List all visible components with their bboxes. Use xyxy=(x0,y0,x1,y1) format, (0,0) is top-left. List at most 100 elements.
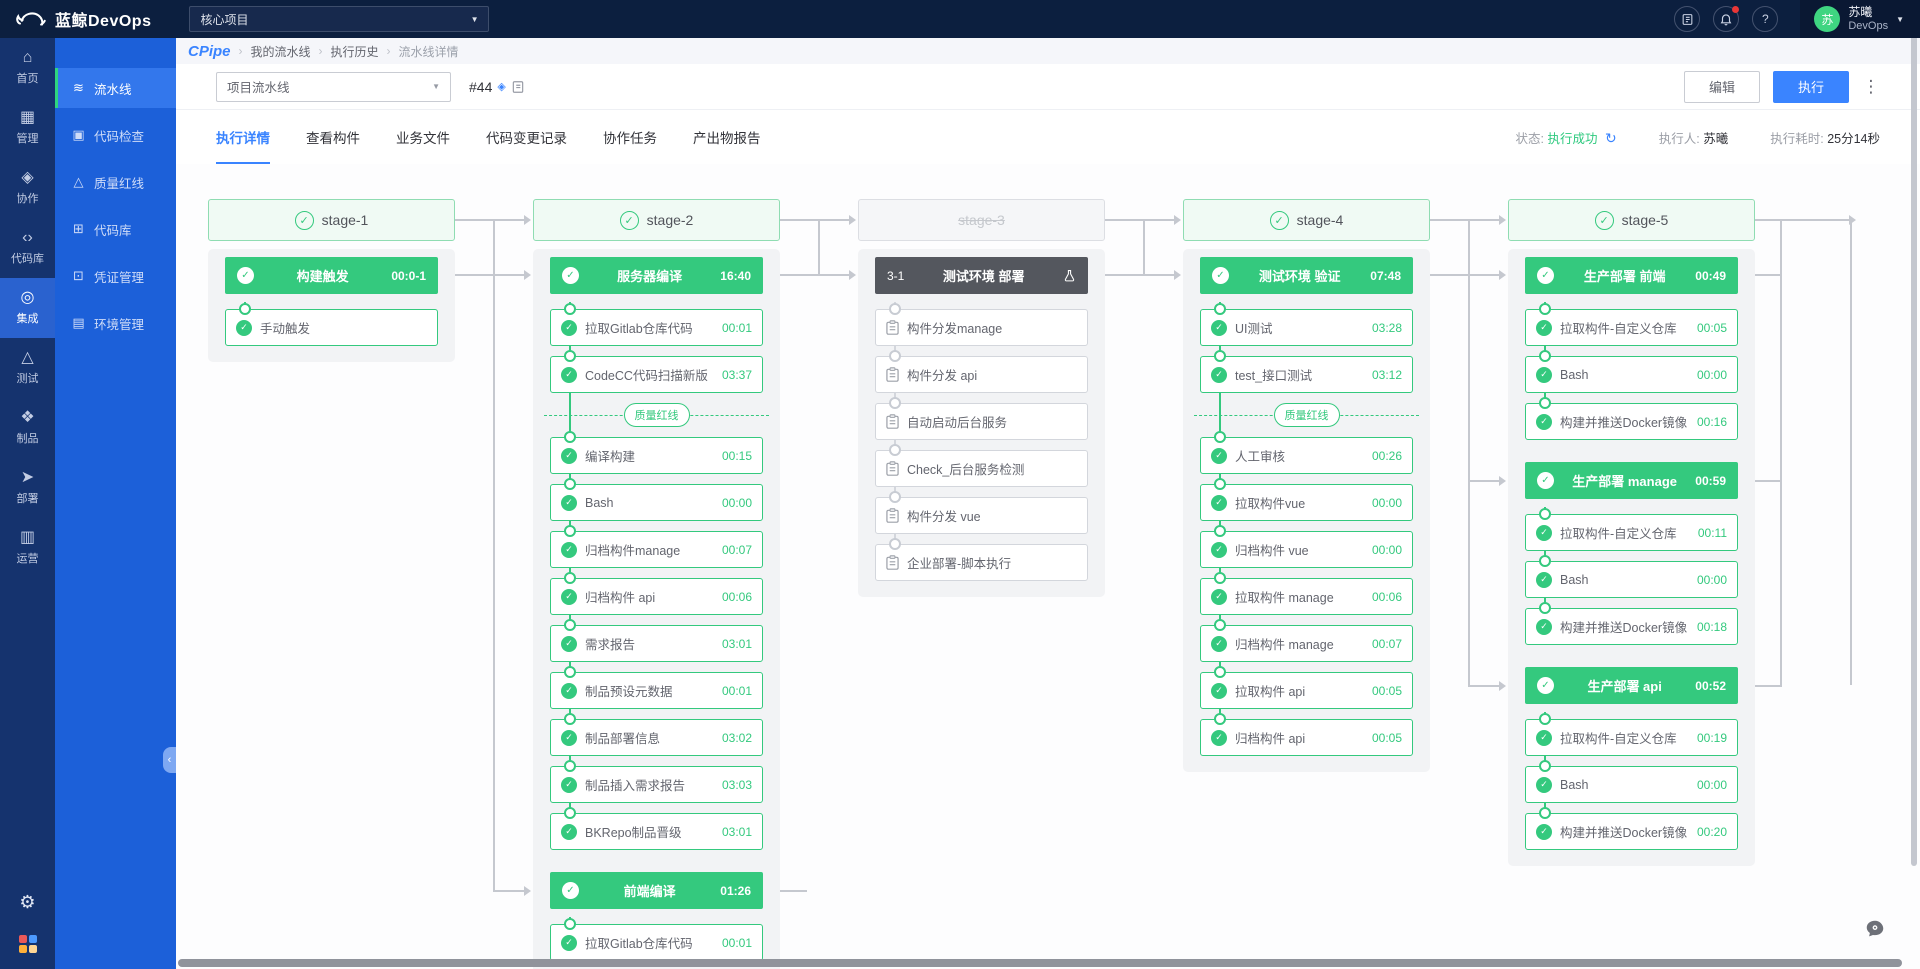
tab-查看构件[interactable]: 查看构件 xyxy=(306,110,360,164)
leftnav-item-制品[interactable]: ❖制品 xyxy=(0,398,55,458)
run-button[interactable]: 执行 xyxy=(1773,71,1849,103)
step-item[interactable]: 构件分发manage xyxy=(875,309,1088,346)
changelog-icon[interactable] xyxy=(1674,6,1700,32)
tab-执行详情[interactable]: 执行详情 xyxy=(216,110,270,164)
step-item[interactable]: 企业部署-脚本执行 xyxy=(875,544,1088,581)
step-item[interactable]: Check_后台服务检测 xyxy=(875,450,1088,487)
leftnav-item-测试[interactable]: △测试 xyxy=(0,338,55,398)
step-item[interactable]: ✓拉取构件-自定义仓库00:05 xyxy=(1525,309,1738,346)
stage-header[interactable]: ✓stage-5 xyxy=(1508,199,1755,241)
quality-gate-badge[interactable]: 质量红线 xyxy=(624,403,690,427)
step-item[interactable]: ✓制品预设元数据00:01 xyxy=(550,672,763,709)
step-item[interactable]: ✓拉取构件-自定义仓库00:11 xyxy=(1525,514,1738,551)
step-item[interactable]: ✓拉取构件 manage00:06 xyxy=(1200,578,1413,615)
tab-代码变更记录[interactable]: 代码变更记录 xyxy=(486,110,567,164)
step-item[interactable]: ✓UI测试03:28 xyxy=(1200,309,1413,346)
step-item[interactable]: ✓构建并推送Docker镜像00:16 xyxy=(1525,403,1738,440)
job-header[interactable]: 3-1测试环境 部署 xyxy=(875,257,1088,294)
step-item[interactable]: ✓需求报告03:01 xyxy=(550,625,763,662)
step-item[interactable]: ✓CodeCC代码扫描新版03:37 xyxy=(550,356,763,393)
leftnav-item-代码库[interactable]: ‹›代码库 xyxy=(0,218,55,278)
sidebar-item-流水线[interactable]: ≋流水线 xyxy=(55,68,176,108)
vertical-scrollbar[interactable] xyxy=(1911,6,1917,866)
leftnav-item-首页[interactable]: ⌂首页 xyxy=(0,38,55,98)
step-item[interactable]: ✓test_接口测试03:12 xyxy=(1200,356,1413,393)
stage-header[interactable]: ✓stage-4 xyxy=(1183,199,1430,241)
step-item[interactable]: 构件分发 api xyxy=(875,356,1088,393)
step-item[interactable]: ✓归档构件 api00:05 xyxy=(1200,719,1413,756)
job-header[interactable]: ✓构建触发00:0-1 xyxy=(225,257,438,294)
step-item[interactable]: ✓拉取Gitlab仓库代码00:01 xyxy=(550,924,763,961)
step-item[interactable]: ✓归档构件manage00:07 xyxy=(550,531,763,568)
breadcrumb-my-pipelines[interactable]: 我的流水线 xyxy=(251,43,311,60)
project-select[interactable]: 核心项目 ▼ xyxy=(189,6,489,32)
settings-gear-icon[interactable]: ⚙ xyxy=(19,892,35,913)
replay-icon[interactable]: ↻ xyxy=(1605,130,1617,146)
breadcrumb-exec-history[interactable]: 执行历史 xyxy=(331,43,379,60)
leftnav-item-管理[interactable]: ▦管理 xyxy=(0,98,55,158)
job-header[interactable]: ✓生产部署 manage00:59 xyxy=(1525,462,1738,499)
step-item[interactable]: 构件分发 vue xyxy=(875,497,1088,534)
leftnav-item-运营[interactable]: ▥运营 xyxy=(0,518,55,578)
step-item[interactable]: ✓制品部署信息03:02 xyxy=(550,719,763,756)
build-note-icon[interactable] xyxy=(511,80,525,94)
connector-line xyxy=(1468,480,1500,482)
step-item[interactable]: ✓编译构建00:15 xyxy=(550,437,763,474)
app-launcher-icon[interactable] xyxy=(19,935,37,953)
quality-gate-badge[interactable]: 质量红线 xyxy=(1274,403,1340,427)
job-header[interactable]: ✓生产部署 前端00:49 xyxy=(1525,257,1738,294)
step-item[interactable]: ✓拉取Gitlab仓库代码00:01 xyxy=(550,309,763,346)
step-item[interactable]: ✓制品插入需求报告03:03 xyxy=(550,766,763,803)
sidebar-item-代码检查[interactable]: ▣代码检查 xyxy=(55,115,176,155)
clipboard-icon xyxy=(886,508,899,523)
step-item[interactable]: ✓构建并推送Docker镜像00:18 xyxy=(1525,608,1738,645)
help-icon[interactable]: ? xyxy=(1752,6,1778,32)
tab-协作任务[interactable]: 协作任务 xyxy=(603,110,657,164)
step-item[interactable]: ✓归档构件 api00:06 xyxy=(550,578,763,615)
duration-value: 25分14秒 xyxy=(1827,132,1880,146)
sidebar-item-环境管理[interactable]: ▤环境管理 xyxy=(55,303,176,343)
sidebar-collapse-icon[interactable]: ‹ xyxy=(163,747,176,773)
cpipe-brand[interactable]: CPipe xyxy=(188,43,231,60)
stage-header[interactable]: stage-3 xyxy=(858,199,1105,241)
leftnav-item-协作[interactable]: ◈协作 xyxy=(0,158,55,218)
tab-业务文件[interactable]: 业务文件 xyxy=(396,110,450,164)
step-item[interactable]: ✓Bash00:00 xyxy=(550,484,763,521)
step-item[interactable]: ✓人工审核00:26 xyxy=(1200,437,1413,474)
user-menu[interactable]: 苏 苏曦 DevOps ▼ xyxy=(1800,0,1920,38)
sidebar-item-凭证管理[interactable]: ⊡凭证管理 xyxy=(55,256,176,296)
horizontal-scrollbar[interactable] xyxy=(178,959,1902,967)
stage-header[interactable]: ✓stage-1 xyxy=(208,199,455,241)
more-actions-icon[interactable]: ⋮ xyxy=(1862,77,1880,97)
edit-button[interactable]: 编辑 xyxy=(1684,71,1760,103)
step-label: 手动触发 xyxy=(260,318,427,337)
sidebar-item-代码库[interactable]: ⊞代码库 xyxy=(55,209,176,249)
pipeline-select[interactable]: 项目流水线 ▼ xyxy=(216,72,451,102)
step-item[interactable]: 自动启动后台服务 xyxy=(875,403,1088,440)
feedback-chat-icon[interactable] xyxy=(1864,918,1886,945)
build-trigger-icon[interactable]: ◈ xyxy=(497,80,505,93)
step-item[interactable]: ✓归档构件 manage00:07 xyxy=(1200,625,1413,662)
step-item[interactable]: ✓拉取构件 api00:05 xyxy=(1200,672,1413,709)
step-item[interactable]: ✓拉取构件-自定义仓库00:19 xyxy=(1525,719,1738,756)
tab-产出物报告[interactable]: 产出物报告 xyxy=(693,110,761,164)
stage-header[interactable]: ✓stage-2 xyxy=(533,199,780,241)
step-item[interactable]: ✓Bash00:00 xyxy=(1525,356,1738,393)
job-header[interactable]: ✓测试环境 验证07:48 xyxy=(1200,257,1413,294)
step-success-icon: ✓ xyxy=(1211,730,1227,746)
step-item[interactable]: ✓Bash00:00 xyxy=(1525,766,1738,803)
job-header[interactable]: ✓前端编译01:26 xyxy=(550,872,763,909)
step-item[interactable]: ✓构建并推送Docker镜像00:20 xyxy=(1525,813,1738,850)
notification-bell-icon[interactable] xyxy=(1713,6,1739,32)
leftnav-item-集成[interactable]: ◎集成 xyxy=(0,278,55,338)
leftnav-item-部署[interactable]: ➤部署 xyxy=(0,458,55,518)
step-item[interactable]: ✓归档构件 vue00:00 xyxy=(1200,531,1413,568)
step-item[interactable]: ✓Bash00:00 xyxy=(1525,561,1738,598)
job-header[interactable]: ✓服务器编译16:40 xyxy=(550,257,763,294)
job-header[interactable]: ✓生产部署 api00:52 xyxy=(1525,667,1738,704)
step-item[interactable]: ✓手动触发 xyxy=(225,309,438,346)
sidebar-item-质量红线[interactable]: △质量红线 xyxy=(55,162,176,202)
step-item[interactable]: ✓拉取构件vue00:00 xyxy=(1200,484,1413,521)
app-logo[interactable]: 蓝鲸DevOps xyxy=(0,7,151,31)
step-item[interactable]: ✓BKRepo制品晋级03:01 xyxy=(550,813,763,850)
